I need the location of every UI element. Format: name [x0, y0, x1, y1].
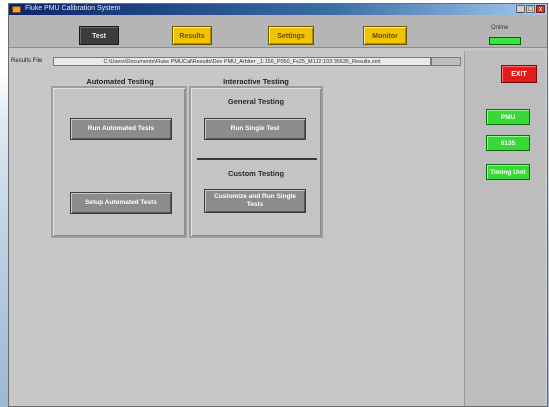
run-automated-tests-button[interactable]: Run Automated Tests — [70, 118, 172, 140]
window-controls: _ □ x — [516, 5, 545, 13]
app-icon — [12, 6, 21, 13]
results-file-path[interactable]: C:\Users\Documents\Fluke PMUCal\Results\… — [53, 57, 431, 66]
tab-results[interactable]: Results — [172, 26, 212, 45]
pmu-button[interactable]: PMU — [486, 109, 530, 125]
minimize-button[interactable]: _ — [516, 5, 525, 13]
tab-bar: Test Results Settings Monitor Online — [9, 15, 547, 48]
interactive-testing-heading: Interactive Testing — [223, 77, 289, 86]
run-single-test-button[interactable]: Run Single Test — [204, 118, 306, 140]
automated-testing-panel: Run Automated Tests Setup Automated Test… — [51, 86, 187, 238]
app-window: Fluke PMU Calibration System _ □ x Test … — [8, 3, 548, 407]
tab-test[interactable]: Test — [79, 26, 119, 45]
custom-testing-heading: Custom Testing — [227, 169, 285, 178]
exit-button[interactable]: EXIT — [501, 65, 537, 83]
tab-settings[interactable]: Settings — [268, 26, 314, 45]
maximize-button[interactable]: □ — [526, 5, 535, 13]
online-label: Online — [491, 25, 509, 31]
window-title: Fluke PMU Calibration System — [25, 5, 121, 12]
online-indicator — [489, 37, 521, 45]
title-bar: Fluke PMU Calibration System _ □ x — [9, 4, 547, 15]
results-file-label: Results File — [11, 58, 43, 64]
setup-automated-tests-button[interactable]: Setup Automated Tests — [70, 192, 172, 214]
timing-unit-button[interactable]: Timing Unit — [486, 164, 530, 180]
general-testing-heading: General Testing — [227, 97, 285, 106]
customize-run-single-tests-button[interactable]: Customize and Run Single Tests — [204, 189, 306, 213]
side-panel: EXIT PMU 6135 Timing Unit — [464, 51, 545, 406]
section-divider — [197, 158, 317, 160]
device-6135-button[interactable]: 6135 — [486, 135, 530, 151]
interactive-testing-panel: General Testing Run Single Test Custom T… — [189, 86, 323, 238]
results-file-browse[interactable] — [431, 57, 461, 66]
close-button[interactable]: x — [536, 5, 545, 13]
automated-testing-heading: Automated Testing — [86, 77, 154, 86]
tab-monitor[interactable]: Monitor — [363, 26, 407, 45]
